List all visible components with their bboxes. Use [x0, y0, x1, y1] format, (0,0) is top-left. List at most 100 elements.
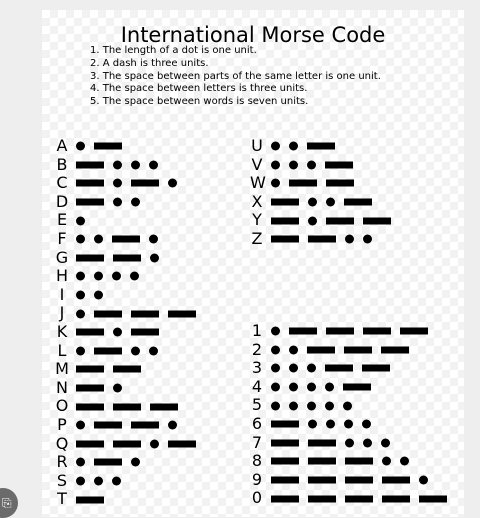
morse-character: H — [55, 266, 69, 286]
morse-dash — [131, 328, 159, 336]
morse-character: A — [56, 136, 68, 155]
morse-dot — [94, 234, 103, 244]
morse-dot — [289, 141, 298, 151]
morse-dash — [344, 198, 372, 206]
morse-dot — [150, 439, 159, 449]
morse-dot — [76, 271, 85, 281]
morse-dot — [271, 401, 280, 411]
morse-row-6: 6 — [250, 414, 450, 434]
morse-dash — [112, 235, 140, 243]
morse-row-n: N — [55, 377, 255, 398]
morse-row-j: J — [55, 304, 255, 323]
morse-dot — [131, 197, 140, 207]
morse-dot — [308, 197, 317, 207]
morse-dot — [94, 271, 103, 281]
morse-row-3: 3 — [250, 359, 450, 378]
morse-row-t: T — [55, 490, 255, 509]
share-icon: ⎘ — [2, 496, 12, 510]
morse-dot — [76, 290, 85, 300]
morse-dot — [271, 141, 280, 151]
morse-character: Z — [251, 229, 263, 248]
morse-dot — [326, 419, 335, 429]
morse-dash — [308, 476, 336, 484]
morse-character: N — [56, 377, 68, 397]
morse-dot — [168, 420, 177, 430]
morse-dash — [76, 365, 104, 373]
morse-dot — [131, 160, 140, 170]
morse-row-h: H — [55, 267, 255, 286]
rule-item: 5. The space between words is seven unit… — [90, 96, 309, 108]
morse-dot — [343, 401, 352, 411]
morse-dash — [289, 327, 317, 335]
morse-dot — [381, 438, 390, 448]
morse-dot — [307, 363, 316, 373]
morse-dot — [271, 326, 280, 336]
morse-dash — [131, 310, 159, 318]
morse-dot — [308, 216, 317, 226]
morse-dot — [271, 178, 280, 188]
morse-dash — [271, 439, 299, 447]
morse-dash — [76, 403, 104, 411]
morse-dot — [363, 438, 372, 448]
morse-character: L — [57, 340, 67, 360]
morse-dash — [131, 179, 159, 187]
morse-dot — [76, 420, 85, 430]
morse-character: 7 — [251, 432, 263, 452]
morse-character: 4 — [251, 376, 263, 396]
morse-character: X — [251, 191, 263, 211]
morse-dash — [363, 327, 391, 335]
rule-item: 3. The space between parts of the same l… — [90, 70, 381, 82]
morse-character: 0 — [251, 488, 263, 508]
morse-dash — [326, 179, 354, 187]
morse-dot — [94, 290, 103, 300]
morse-dash — [308, 235, 336, 243]
morse-dot — [131, 346, 140, 356]
morse-character: R — [56, 452, 68, 472]
morse-dash — [344, 346, 372, 354]
morse-row-f: F — [55, 229, 255, 249]
morse-character: V — [251, 154, 263, 174]
morse-row-i: I — [55, 284, 255, 305]
morse-dash — [76, 384, 104, 392]
morse-dash — [76, 440, 104, 448]
morse-row-a: A — [55, 136, 255, 156]
morse-row-v: V — [250, 154, 450, 175]
morse-character: I — [59, 284, 65, 304]
morse-row-z: Z — [250, 229, 450, 249]
morse-dash — [271, 198, 299, 206]
morse-dash — [289, 179, 317, 187]
morse-character: B — [56, 154, 68, 174]
morse-dash — [343, 383, 371, 391]
morse-row-0: 0 — [250, 489, 450, 508]
morse-dot — [94, 476, 103, 486]
rules-list: 1. The length of a dot is one unit. 2. A… — [90, 45, 381, 109]
morse-row-p: P — [55, 415, 255, 435]
morse-dash — [307, 346, 335, 354]
morse-character: 9 — [251, 469, 263, 489]
morse-row-x: X — [250, 191, 450, 212]
morse-dot — [344, 419, 353, 429]
morse-row-8: 8 — [250, 452, 450, 471]
morse-dash — [113, 254, 141, 262]
morse-dash — [345, 476, 373, 484]
rule-item: 4. The space between letters is three un… — [90, 83, 308, 95]
morse-dot — [149, 160, 158, 170]
morse-dash — [76, 254, 104, 262]
morse-character: D — [55, 191, 69, 211]
morse-dash — [363, 217, 391, 225]
morse-character: M — [55, 359, 69, 379]
morse-character: 2 — [251, 339, 263, 359]
morse-dash — [271, 217, 299, 225]
morse-character: 5 — [251, 395, 263, 415]
morse-dash — [362, 364, 390, 372]
morse-character: T — [57, 489, 67, 509]
morse-dash — [271, 457, 299, 465]
morse-dot — [76, 476, 85, 486]
corner-badge[interactable]: ⎘ — [0, 488, 18, 518]
morse-character: S — [56, 470, 68, 490]
morse-dash — [113, 365, 141, 373]
morse-character: Y — [252, 210, 262, 230]
morse-dash — [271, 495, 299, 503]
morse-dash — [131, 421, 159, 429]
morse-row-u: U — [250, 136, 450, 156]
